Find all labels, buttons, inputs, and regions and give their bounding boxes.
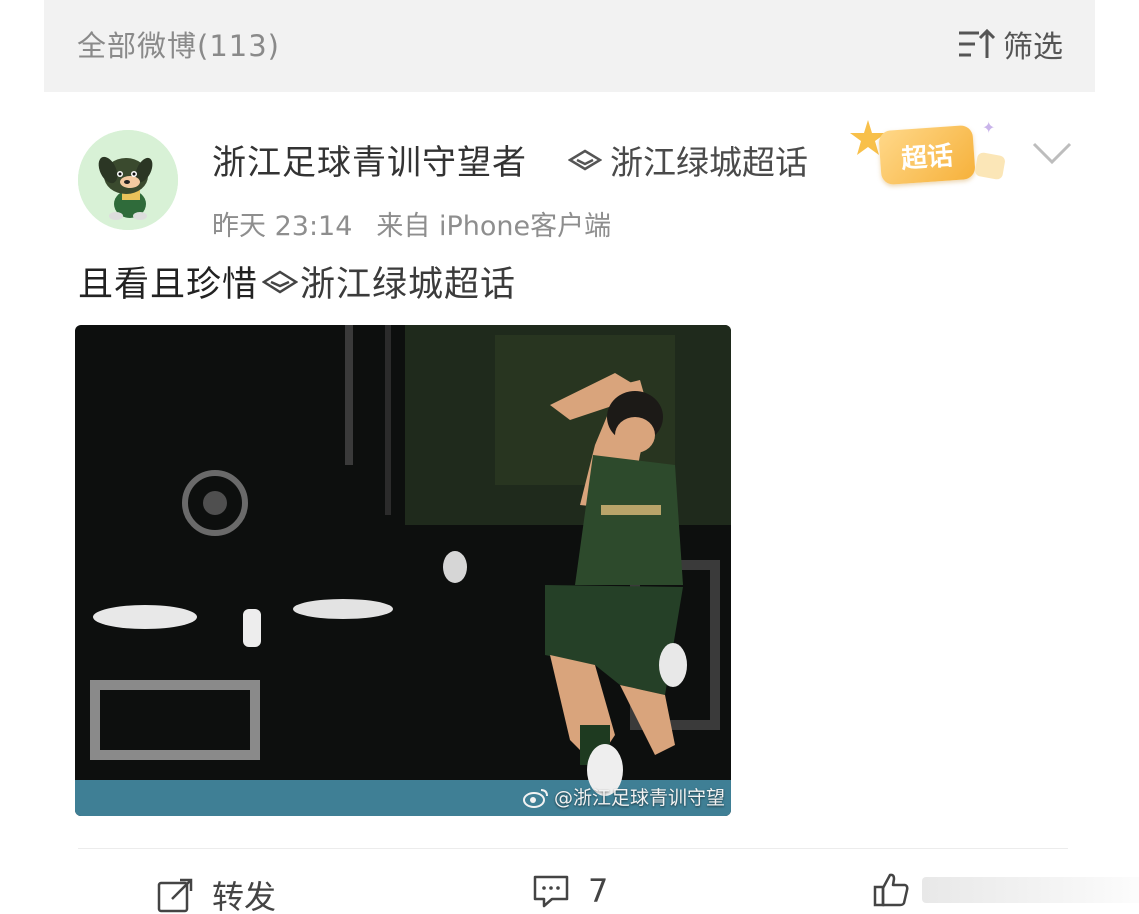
sparkle-icon: ✦ bbox=[982, 118, 996, 137]
comment-count: 7 bbox=[588, 872, 609, 910]
topic-tag-link[interactable]: 浙江绿城超话 bbox=[568, 136, 808, 184]
image-watermark: @浙江足球青训守望 bbox=[522, 783, 725, 810]
thumbs-up-icon bbox=[873, 873, 909, 907]
all-posts-label[interactable]: 全部微博(113) bbox=[77, 23, 280, 65]
action-divider bbox=[78, 848, 1068, 849]
post-topic-link[interactable]: 浙江绿城超话 bbox=[258, 256, 516, 307]
dog-mascot-avatar-image bbox=[78, 130, 178, 230]
filter-button[interactable]: 筛选 bbox=[957, 22, 1063, 66]
post-text: 且看且珍惜 浙江绿城超话 bbox=[78, 256, 516, 307]
avatar[interactable] bbox=[78, 130, 178, 230]
repost-button[interactable]: 转发 bbox=[156, 872, 276, 914]
post-time: 昨天 23:14 bbox=[212, 211, 353, 242]
badge-tail-decoration bbox=[974, 151, 1006, 181]
diamond-topic-icon bbox=[568, 149, 602, 171]
super-badge-label: 超话 bbox=[878, 124, 976, 186]
filter-bar: 全部微博(113) 筛选 bbox=[44, 0, 1095, 92]
post-meta: 昨天 23:14 来自 iPhone客户端 bbox=[212, 204, 611, 243]
post-body-text: 且看且珍惜 bbox=[78, 265, 259, 305]
comment-button[interactable]: 7 bbox=[532, 872, 608, 910]
watermark-text: @浙江足球青训守望 bbox=[553, 787, 725, 809]
author-name[interactable]: 浙江足球青训守望者 bbox=[212, 135, 527, 184]
diamond-topic-icon bbox=[262, 270, 299, 293]
post-source: 来自 iPhone客户端 bbox=[376, 211, 612, 242]
repost-label: 转发 bbox=[212, 878, 277, 914]
comment-icon bbox=[533, 875, 569, 908]
like-label bbox=[922, 877, 1139, 903]
like-button[interactable] bbox=[872, 872, 1139, 908]
post-topic-label: 浙江绿城超话 bbox=[300, 265, 517, 305]
chevron-down-icon[interactable] bbox=[1030, 140, 1074, 166]
share-icon bbox=[157, 878, 193, 913]
post-image[interactable]: @浙江足球青训守望 bbox=[75, 325, 731, 816]
super-topic-badge[interactable]: 超话 ✦ bbox=[848, 118, 1008, 190]
football-player-celebration-photo bbox=[75, 325, 731, 816]
filter-sort-icon bbox=[959, 28, 995, 58]
filter-label: 筛选 bbox=[1003, 30, 1063, 65]
weibo-logo-icon bbox=[522, 788, 548, 808]
topic-tag-label: 浙江绿城超话 bbox=[610, 143, 808, 182]
